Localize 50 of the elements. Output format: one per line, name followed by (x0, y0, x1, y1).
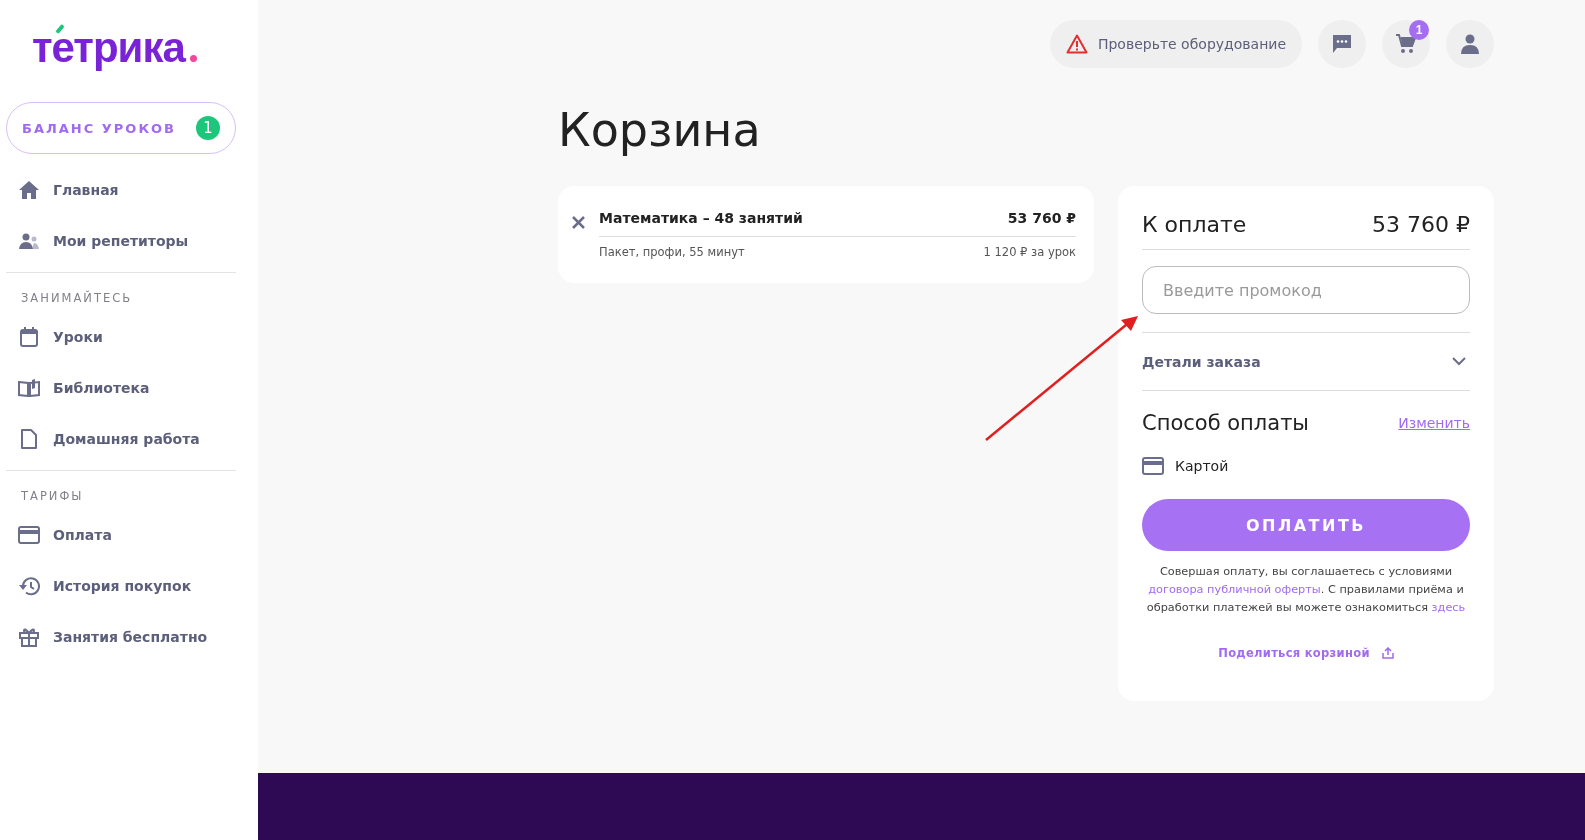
card-icon (18, 525, 40, 544)
pay-button[interactable]: ОПЛАТИТЬ (1142, 499, 1470, 551)
payment-method: Картой (1175, 458, 1229, 474)
chat-button[interactable] (1318, 20, 1366, 68)
balance-count: 1 (196, 116, 220, 140)
share-icon (1381, 647, 1394, 659)
history-icon (18, 575, 40, 596)
sidebar-item[interactable]: Главная (6, 164, 236, 215)
sidebar-item[interactable]: Мои репетиторы (6, 215, 236, 266)
warning-icon (1065, 34, 1088, 54)
share-cart-button[interactable]: Поделиться корзиной (1212, 645, 1400, 661)
balance-button[interactable]: БАЛАНС УРОКОВ 1 (6, 102, 236, 154)
gift-icon (19, 626, 39, 647)
sidebar-item[interactable]: Библиотека (6, 362, 236, 413)
order-details-toggle[interactable]: Детали заказа (1142, 332, 1470, 391)
home-icon (19, 180, 39, 199)
sidebar-item[interactable]: Уроки (6, 311, 236, 362)
total-label: К оплате (1142, 212, 1247, 237)
close-icon[interactable] (572, 216, 585, 229)
link[interactable]: договора публичной оферты (1148, 583, 1321, 596)
file-icon (21, 428, 37, 449)
chat-icon (1332, 34, 1352, 54)
cart-count-badge: 1 (1409, 20, 1429, 40)
page-title: Корзина (558, 102, 762, 159)
user-icon (1461, 34, 1479, 54)
sidebar-item[interactable]: История покупок (6, 560, 236, 611)
section-heading: ЗАНИМАЙТЕСЬ (20, 289, 134, 307)
terms-text: Совершая оплату, вы соглашаетесь с условиями договора публичной оферты. С правилами приёма и обработки платежей вы можете ознакомиться здесь (1145, 564, 1467, 616)
cart-icon (1396, 34, 1416, 54)
sidebar-item[interactable]: Домашняя работа (6, 413, 236, 464)
people-icon (19, 232, 39, 249)
item-details: Пакет, профи, 55 минут (599, 245, 745, 259)
total-amount: 53 760 ₽ (1372, 212, 1470, 237)
card-icon (1142, 457, 1164, 475)
item-price: 53 760 ₽ (1007, 210, 1076, 226)
book-icon (18, 378, 40, 397)
promo-code-field[interactable]: Введите промокод (1142, 266, 1470, 314)
sidebar-item[interactable]: Оплата (6, 509, 236, 560)
section-heading: ТАРИФЫ (20, 488, 85, 505)
payment-method-title: Способ оплаты (1142, 411, 1309, 435)
order-details-label: Детали заказа (1142, 353, 1261, 370)
link[interactable]: здесь (1431, 601, 1466, 614)
equipment-check-button[interactable]: Проверьте оборудование (1049, 20, 1302, 68)
item-title: Математика – 48 занятий (599, 210, 803, 226)
profile-button[interactable] (1446, 20, 1494, 68)
unit-price: 1 120 ₽ за урок (983, 245, 1076, 259)
sidebar-item[interactable]: Занятия бесплатно (6, 611, 236, 662)
change-link[interactable]: Изменить (1398, 415, 1470, 431)
cart-button[interactable]: 1 (1382, 20, 1430, 68)
calendar-icon (20, 326, 38, 347)
